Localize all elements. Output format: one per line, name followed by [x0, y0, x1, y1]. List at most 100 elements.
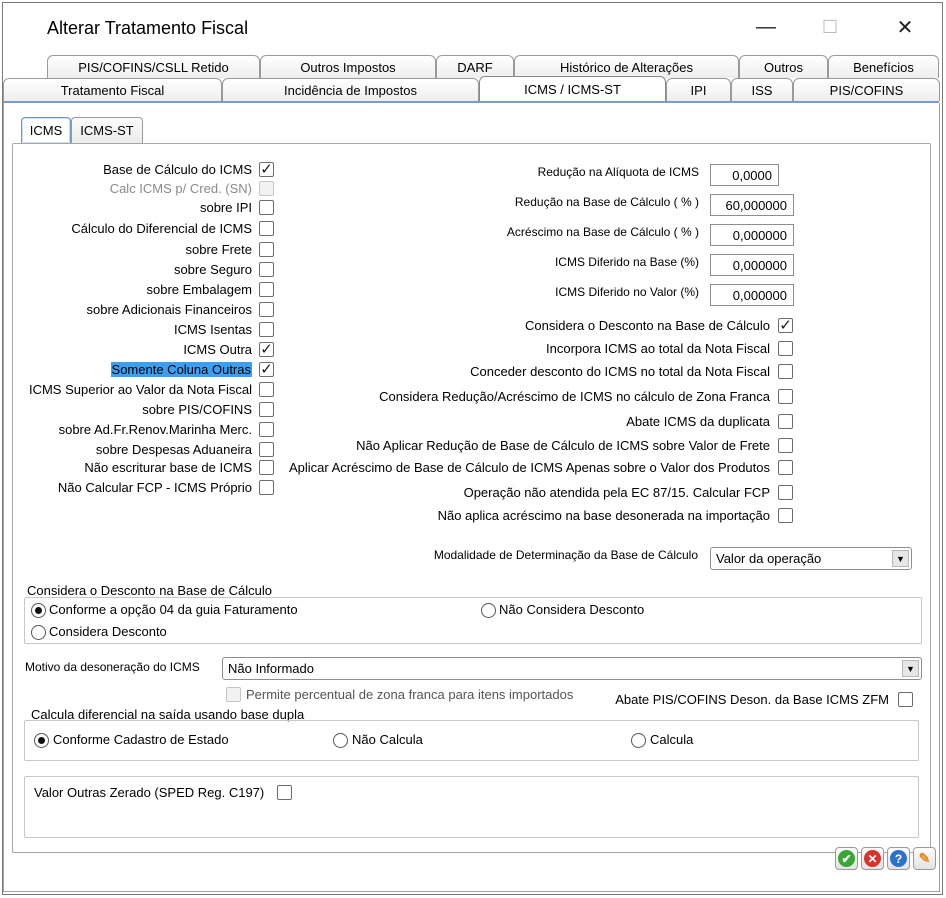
left-check-checkbox[interactable]: ✓	[259, 162, 274, 177]
title-bar: Alterar Tratamento Fiscal — ☐ ✕	[3, 3, 942, 51]
tab-ipi[interactable]: IPI	[666, 78, 731, 101]
left-check-checkbox[interactable]: ✓	[259, 342, 274, 357]
close-icon[interactable]: ✕	[886, 11, 924, 43]
right-field-label: Redução na Alíquota de ICMS	[537, 165, 699, 179]
tab-beneficios[interactable]: Benefícios	[828, 55, 939, 78]
tab-outros-impostos[interactable]: Outros Impostos	[260, 55, 436, 78]
tab-row-top: PIS/COFINS/CSLL Retido Outros Impostos D…	[3, 55, 940, 78]
tab-darf[interactable]: DARF	[436, 55, 514, 78]
modalidade-value: Valor da operação	[716, 551, 822, 566]
left-check-checkbox[interactable]	[259, 262, 274, 277]
tools-button[interactable]: ✎	[913, 847, 936, 870]
left-check-label: ICMS Isentas	[173, 322, 252, 337]
left-check-checkbox[interactable]	[259, 422, 274, 437]
maximize-icon[interactable]: ☐	[811, 11, 849, 43]
right-field-input[interactable]: 60,000000	[710, 194, 794, 216]
wrench-icon: ✎	[918, 850, 931, 866]
chevron-down-icon[interactable]: ▼	[892, 550, 909, 567]
right-check-checkbox[interactable]	[778, 485, 793, 500]
tab-row-bottom: Tratamento Fiscal Incidência de Impostos…	[3, 76, 940, 101]
right-check-checkbox[interactable]	[778, 389, 793, 404]
radio-nao-considera-desconto-label: Não Considera Desconto	[499, 602, 645, 617]
right-check-label: Incorpora ICMS ao total da Nota Fiscal	[546, 341, 770, 356]
right-field-label: Redução na Base de Cálculo ( % )	[514, 195, 699, 209]
left-check-checkbox[interactable]	[259, 402, 274, 417]
left-check-checkbox[interactable]	[259, 200, 274, 215]
cancel-button[interactable]: ✕	[861, 847, 884, 870]
left-check-label: Somente Coluna Outras	[110, 362, 252, 377]
left-check-checkbox[interactable]	[259, 302, 274, 317]
left-check-checkbox[interactable]	[259, 282, 274, 297]
ok-icon: ✔	[838, 850, 855, 867]
right-field-label: Acréscimo na Base de Cálculo ( % )	[506, 225, 699, 239]
radio-conforme-opcao-04[interactable]	[31, 603, 46, 618]
help-button[interactable]: ?	[887, 847, 910, 870]
tab-pis-cofins[interactable]: PIS/COFINS	[793, 78, 940, 101]
radio-nao-calcula[interactable]	[333, 733, 348, 748]
tab-incidencia-impostos[interactable]: Incidência de Impostos	[222, 78, 479, 101]
tab-iss[interactable]: ISS	[731, 78, 793, 101]
radio-conforme-cadastro-estado-label: Conforme Cadastro de Estado	[53, 732, 229, 747]
abate-pis-checkbox[interactable]	[898, 692, 913, 707]
right-check-checkbox[interactable]	[778, 414, 793, 429]
minimize-icon[interactable]: —	[747, 11, 785, 43]
radio-considera-desconto[interactable]	[31, 625, 46, 640]
valor-outras-checkbox[interactable]	[277, 785, 292, 800]
left-check-label: Não escriturar base de ICMS	[84, 460, 252, 475]
radio-calcula[interactable]	[631, 733, 646, 748]
desconto-group-title: Considera o Desconto na Base de Cálculo	[27, 583, 272, 598]
abate-pis-label: Abate PIS/COFINS Deson. da Base ICMS ZFM	[615, 692, 889, 707]
right-check-checkbox[interactable]	[778, 460, 793, 475]
right-check-checkbox[interactable]: ✓	[778, 318, 793, 333]
right-field-input[interactable]: 0,0000	[710, 164, 779, 186]
motivo-select[interactable]: Não Informado ▼	[222, 657, 922, 680]
motivo-label: Motivo da desoneração do ICMS	[25, 660, 200, 674]
tab-pis-cofins-csll-retido[interactable]: PIS/COFINS/CSLL Retido	[47, 55, 260, 78]
valor-outras-label: Valor Outras Zerado (SPED Reg. C197)	[34, 785, 265, 800]
subtab-icms-st[interactable]: ICMS-ST	[71, 117, 143, 143]
left-check-checkbox[interactable]	[259, 382, 274, 397]
radio-conforme-cadastro-estado[interactable]	[34, 733, 49, 748]
tab-icms-icms-st[interactable]: ICMS / ICMS-ST	[479, 76, 666, 101]
left-check-checkbox[interactable]: ✓	[259, 362, 274, 377]
tab-historico-alteracoes[interactable]: Histórico de Alterações	[514, 55, 739, 78]
left-check-label: sobre Despesas Aduaneira	[95, 442, 252, 457]
left-check-label: sobre Adicionais Financeiros	[86, 302, 252, 317]
right-field-input[interactable]: 0,000000	[710, 284, 794, 306]
right-check-label: Aplicar Acréscimo de Base de Cálculo de …	[288, 460, 770, 475]
right-field-input[interactable]: 0,000000	[710, 254, 794, 276]
left-check-label: Não Calcular FCP - ICMS Próprio	[57, 480, 252, 495]
left-check-label: Cálculo do Diferencial de ICMS	[71, 221, 252, 236]
right-check-checkbox[interactable]	[778, 341, 793, 356]
modalidade-select[interactable]: Valor da operação ▼	[710, 547, 912, 570]
left-check-label: Base de Cálculo do ICMS	[103, 162, 252, 177]
radio-nao-considera-desconto[interactable]	[481, 603, 496, 618]
left-check-label: sobre Embalagem	[146, 282, 253, 297]
left-check-label: ICMS Outra	[183, 342, 252, 357]
subtab-icms[interactable]: ICMS	[21, 117, 71, 143]
left-check-label: sobre IPI	[199, 200, 252, 215]
left-check-label: sobre PIS/COFINS	[142, 402, 252, 417]
left-check-checkbox[interactable]	[259, 322, 274, 337]
left-check-checkbox[interactable]	[259, 221, 274, 236]
modalidade-label: Modalidade de Determinação da Base de Cá…	[433, 548, 698, 562]
left-check-checkbox[interactable]	[259, 442, 274, 457]
right-check-label: Abate ICMS da duplicata	[626, 414, 770, 429]
tab-tratamento-fiscal[interactable]: Tratamento Fiscal	[3, 78, 222, 101]
tab-outros[interactable]: Outros	[739, 55, 828, 78]
chevron-down-icon[interactable]: ▼	[902, 660, 919, 677]
ok-button[interactable]: ✔	[835, 847, 858, 870]
right-field-input[interactable]: 0,000000	[710, 224, 794, 246]
left-check-label: sobre Seguro	[173, 262, 252, 277]
right-check-checkbox[interactable]	[778, 508, 793, 523]
right-check-label: Considera Redução/Acréscimo de ICMS no c…	[379, 389, 770, 404]
radio-conforme-opcao-04-label: Conforme a opção 04 da guia Faturamento	[49, 602, 298, 617]
right-check-checkbox[interactable]	[778, 364, 793, 379]
left-check-checkbox[interactable]	[259, 242, 274, 257]
left-check-checkbox[interactable]	[259, 460, 274, 475]
radio-considera-desconto-label: Considera Desconto	[49, 624, 167, 639]
right-check-checkbox[interactable]	[778, 438, 793, 453]
left-check-label: Calc ICMS p/ Cred. (SN)	[109, 181, 252, 196]
left-check-checkbox[interactable]	[259, 480, 274, 495]
left-check-checkbox	[259, 181, 274, 196]
